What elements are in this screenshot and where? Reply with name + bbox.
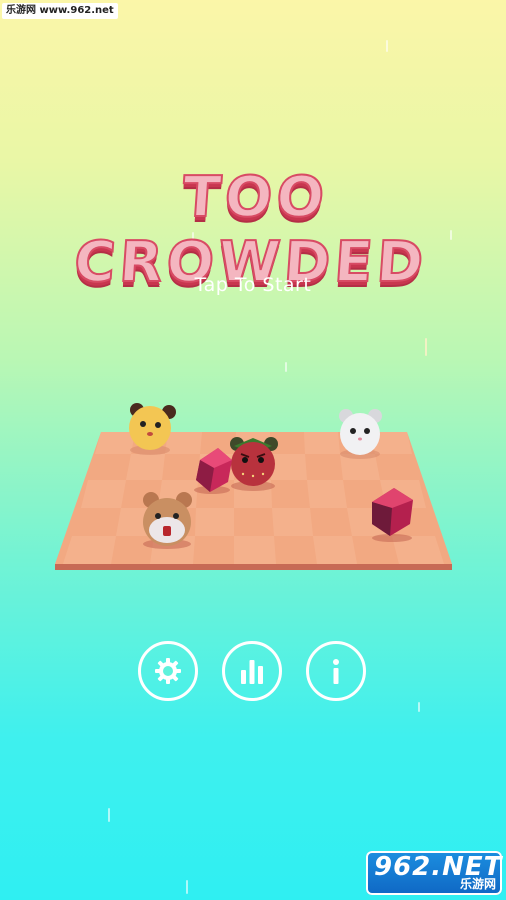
rain-streak bbox=[186, 880, 188, 894]
board-edge bbox=[55, 564, 452, 570]
rain-streak bbox=[425, 338, 427, 356]
rain-streak bbox=[386, 40, 388, 52]
gear-icon bbox=[155, 658, 181, 684]
watermark-logo: 962.NET 乐游网 bbox=[366, 851, 502, 895]
white-hamster bbox=[339, 409, 382, 459]
watermark-logo-subtext: 乐游网 bbox=[459, 877, 496, 891]
rain-streak bbox=[285, 362, 287, 372]
settings-button[interactable] bbox=[138, 641, 198, 701]
info-icon bbox=[333, 659, 339, 684]
tap-to-start[interactable]: Tap To Start bbox=[0, 274, 506, 296]
game-board[interactable] bbox=[0, 380, 506, 580]
rain-streak bbox=[108, 808, 110, 822]
watermark-top: 乐游网 www.962.net bbox=[2, 3, 118, 19]
leaderboard-button[interactable] bbox=[222, 641, 282, 701]
bar-chart-icon bbox=[241, 660, 263, 684]
info-button[interactable] bbox=[306, 641, 366, 701]
rain-streak bbox=[418, 702, 420, 712]
